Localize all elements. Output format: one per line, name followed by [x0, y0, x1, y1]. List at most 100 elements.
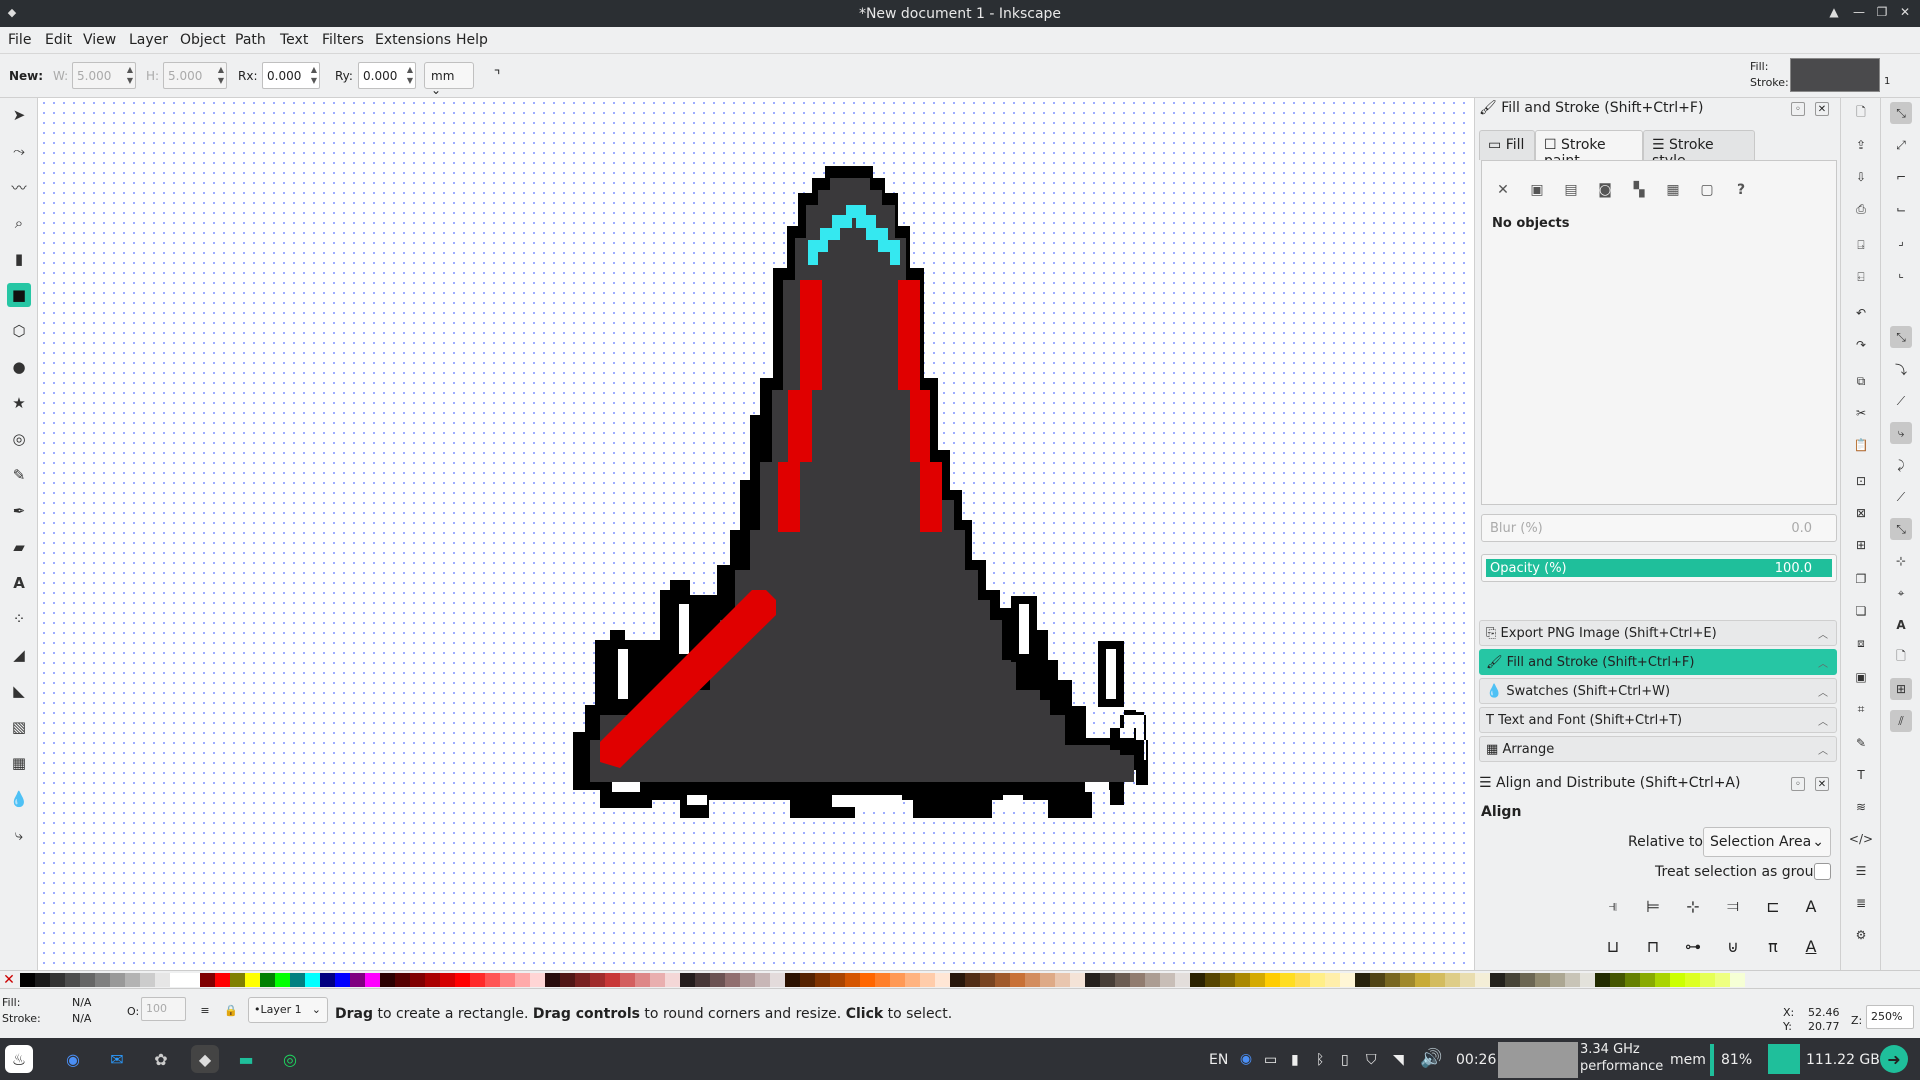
palette-swatch[interactable]	[1505, 972, 1520, 987]
align-dialog-icon[interactable]: ☰	[1850, 860, 1872, 882]
inkscape-icon[interactable]: ◆	[191, 1045, 219, 1073]
minimize-icon[interactable]: —	[1851, 4, 1867, 20]
preferences-icon[interactable]: ⚙	[1850, 924, 1872, 946]
selector-icon[interactable]: ➤	[7, 103, 31, 127]
palette-swatch[interactable]	[695, 972, 710, 987]
palette-swatch[interactable]	[845, 972, 860, 987]
paste-icon[interactable]: 📋	[1850, 434, 1872, 456]
palette-swatch[interactable]	[65, 972, 80, 987]
palette-swatch[interactable]	[80, 972, 95, 987]
palette-swatches[interactable]	[20, 972, 1745, 987]
duplicate-icon[interactable]: ❐	[1850, 568, 1872, 590]
palette-swatch[interactable]	[440, 972, 455, 987]
layer-menu-icon[interactable]: ≡	[198, 1003, 212, 1017]
snap-path-icon[interactable]: ⤵	[1890, 358, 1912, 380]
palette-swatch[interactable]	[995, 972, 1010, 987]
palette-swatch[interactable]	[260, 972, 275, 987]
center-horizontal-axis-icon[interactable]: ⊶	[1681, 934, 1705, 958]
palette-swatch[interactable]	[380, 972, 395, 987]
undock-icon[interactable]: ◦	[1791, 102, 1805, 116]
drawing-canvas[interactable]	[39, 98, 1473, 970]
copy-icon[interactable]: ⧉	[1850, 370, 1872, 392]
new-document-icon[interactable]: 🗋	[1850, 102, 1872, 124]
unset-paint-icon[interactable]: ?	[1730, 179, 1752, 201]
palette-swatch[interactable]	[1265, 972, 1280, 987]
palette-swatch[interactable]	[530, 972, 545, 987]
palette-swatch[interactable]	[215, 972, 230, 987]
palette-swatch[interactable]	[245, 972, 260, 987]
linear-gradient-icon[interactable]: ▤	[1560, 179, 1582, 201]
palette-swatch[interactable]	[890, 972, 905, 987]
eraser-icon[interactable]: ◢	[7, 643, 31, 667]
wifi-icon[interactable]: ◥	[1393, 1052, 1404, 1068]
palette-swatch[interactable]	[1070, 972, 1085, 987]
volume-icon[interactable]: 🔊	[1420, 1048, 1442, 1069]
fill-stroke-indicator[interactable]: Fill: Stroke: 1	[1750, 54, 1920, 98]
palette-swatch[interactable]	[1010, 972, 1025, 987]
menu-object[interactable]: Object	[180, 32, 226, 48]
spotify-icon[interactable]: ◎	[276, 1045, 304, 1073]
palette-swatch[interactable]	[1160, 972, 1175, 987]
palette-swatch[interactable]	[1445, 972, 1460, 987]
tab-fill[interactable]: ▭ Fill	[1479, 130, 1535, 160]
palette-swatch[interactable]	[1385, 972, 1400, 987]
palette-swatch[interactable]	[1670, 972, 1685, 987]
palette-swatch[interactable]	[1145, 972, 1160, 987]
palette-swatch[interactable]	[515, 972, 530, 987]
dock-text-font[interactable]: T Text and Font (Shift+Ctrl+T) ︿	[1479, 707, 1837, 733]
zoom-page-icon[interactable]: ⊞	[1850, 534, 1872, 556]
palette-swatch[interactable]	[500, 972, 515, 987]
rx-field[interactable]: 0.000 ▲ ▼	[262, 62, 320, 89]
align-right-to-left-icon[interactable]: ⫣	[1601, 894, 1625, 918]
palette-swatch[interactable]	[125, 972, 140, 987]
palette-swatch[interactable]	[1085, 972, 1100, 987]
palette-swatch[interactable]	[1580, 972, 1595, 987]
file-manager-icon[interactable]: ▬	[232, 1045, 260, 1073]
palette-swatch[interactable]	[905, 972, 920, 987]
unit-select[interactable]: mm ⌄	[424, 62, 474, 97]
palette-swatch[interactable]	[605, 972, 620, 987]
undo-icon[interactable]: ↶	[1850, 302, 1872, 324]
palette-swatch[interactable]	[680, 972, 695, 987]
width-field[interactable]: 5.000 ▲ ▼	[72, 62, 136, 89]
palette-swatch[interactable]	[1595, 972, 1610, 987]
menu-path[interactable]: Path	[235, 32, 266, 48]
snap-center-icon[interactable]: ⊹	[1890, 550, 1912, 572]
palette-swatch[interactable]	[1175, 972, 1190, 987]
snap-bbox-corner-icon[interactable]: ⌙	[1890, 198, 1912, 220]
close-panel-icon[interactable]: ✕	[1815, 777, 1829, 791]
palette-swatch[interactable]	[875, 972, 890, 987]
palette-swatch[interactable]	[290, 972, 305, 987]
palette-swatch[interactable]	[980, 972, 995, 987]
height-field[interactable]: 5.000 ▲ ▼	[163, 62, 227, 89]
blur-slider[interactable]: Blur (%) 0.0	[1481, 514, 1837, 542]
snap-enable-icon[interactable]: ⤡	[1890, 102, 1912, 124]
palette-swatch[interactable]	[1325, 972, 1340, 987]
zoom-drawing-icon[interactable]: ⊠	[1850, 502, 1872, 524]
palette-swatch[interactable]	[1040, 972, 1055, 987]
palette-swatch[interactable]	[1370, 972, 1385, 987]
palette-swatch[interactable]	[965, 972, 980, 987]
mesh-icon[interactable]: ▦	[7, 751, 31, 775]
snap-text-baseline-icon[interactable]: A	[1890, 614, 1912, 636]
palette-swatch[interactable]	[410, 972, 425, 987]
palette-swatch[interactable]	[1100, 972, 1115, 987]
palette-swatch[interactable]	[1415, 972, 1430, 987]
palette-swatch[interactable]	[1130, 972, 1145, 987]
rectangle-icon[interactable]: ■	[7, 283, 31, 307]
palette-swatch[interactable]	[1565, 972, 1580, 987]
maximize-icon[interactable]: ❐	[1874, 4, 1890, 20]
snap-bbox-icon[interactable]: ⤢	[1890, 134, 1912, 156]
star-icon[interactable]: ★	[7, 391, 31, 415]
align-text-baseline-icon[interactable]: A	[1799, 894, 1823, 918]
menu-help[interactable]: Help	[456, 32, 488, 48]
palette-swatch[interactable]	[35, 972, 50, 987]
status-opacity-field[interactable]: 100	[141, 997, 186, 1021]
snap-bbox-center-icon[interactable]: ⌞	[1890, 262, 1912, 284]
palette-swatch[interactable]	[185, 972, 200, 987]
palette-swatch[interactable]	[815, 972, 830, 987]
snap-rotation-icon[interactable]: ⌖	[1890, 582, 1912, 604]
palette-swatch[interactable]	[1625, 972, 1640, 987]
battery-icon[interactable]: ▯	[1341, 1052, 1349, 1068]
palette-swatch[interactable]	[95, 972, 110, 987]
